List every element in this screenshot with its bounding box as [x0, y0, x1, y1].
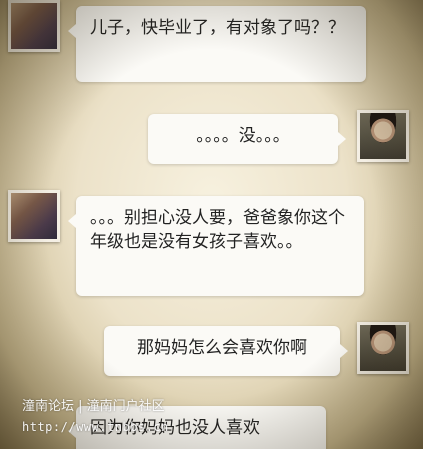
message-bubble-father-2: 。。。别担心没人要，爸爸象你这个年级也是没有女孩子喜欢。。: [68, 196, 364, 296]
son-avatar[interactable]: [357, 110, 409, 162]
watermark-url: http://www.tnbbs.cn: [22, 420, 169, 434]
message-bubble-father-1: 儿子，快毕业了，有对象了吗？？: [68, 6, 366, 82]
father-avatar[interactable]: [8, 190, 60, 242]
father-avatar[interactable]: [8, 0, 60, 52]
message-bubble-son-1: 。。。。没。。。: [148, 114, 346, 164]
son-avatar[interactable]: [357, 322, 409, 374]
message-bubble-son-2: 那妈妈怎么会喜欢你啊: [104, 326, 348, 376]
watermark-title: 潼南论坛 | 潼南门户社区: [22, 399, 165, 414]
message-text: 那妈妈怎么会喜欢你啊: [137, 338, 307, 358]
message-text: 。。。别担心没人要，爸爸象你这个年级也是没有女孩子喜欢。。: [90, 208, 345, 252]
message-text: 儿子，快毕业了，有对象了吗？？: [90, 18, 345, 38]
message-text: 。。。。没。。。: [196, 126, 290, 146]
forum-watermark: 潼南论坛 | 潼南门户社区 http://www.tnbbs.cn: [22, 397, 169, 437]
